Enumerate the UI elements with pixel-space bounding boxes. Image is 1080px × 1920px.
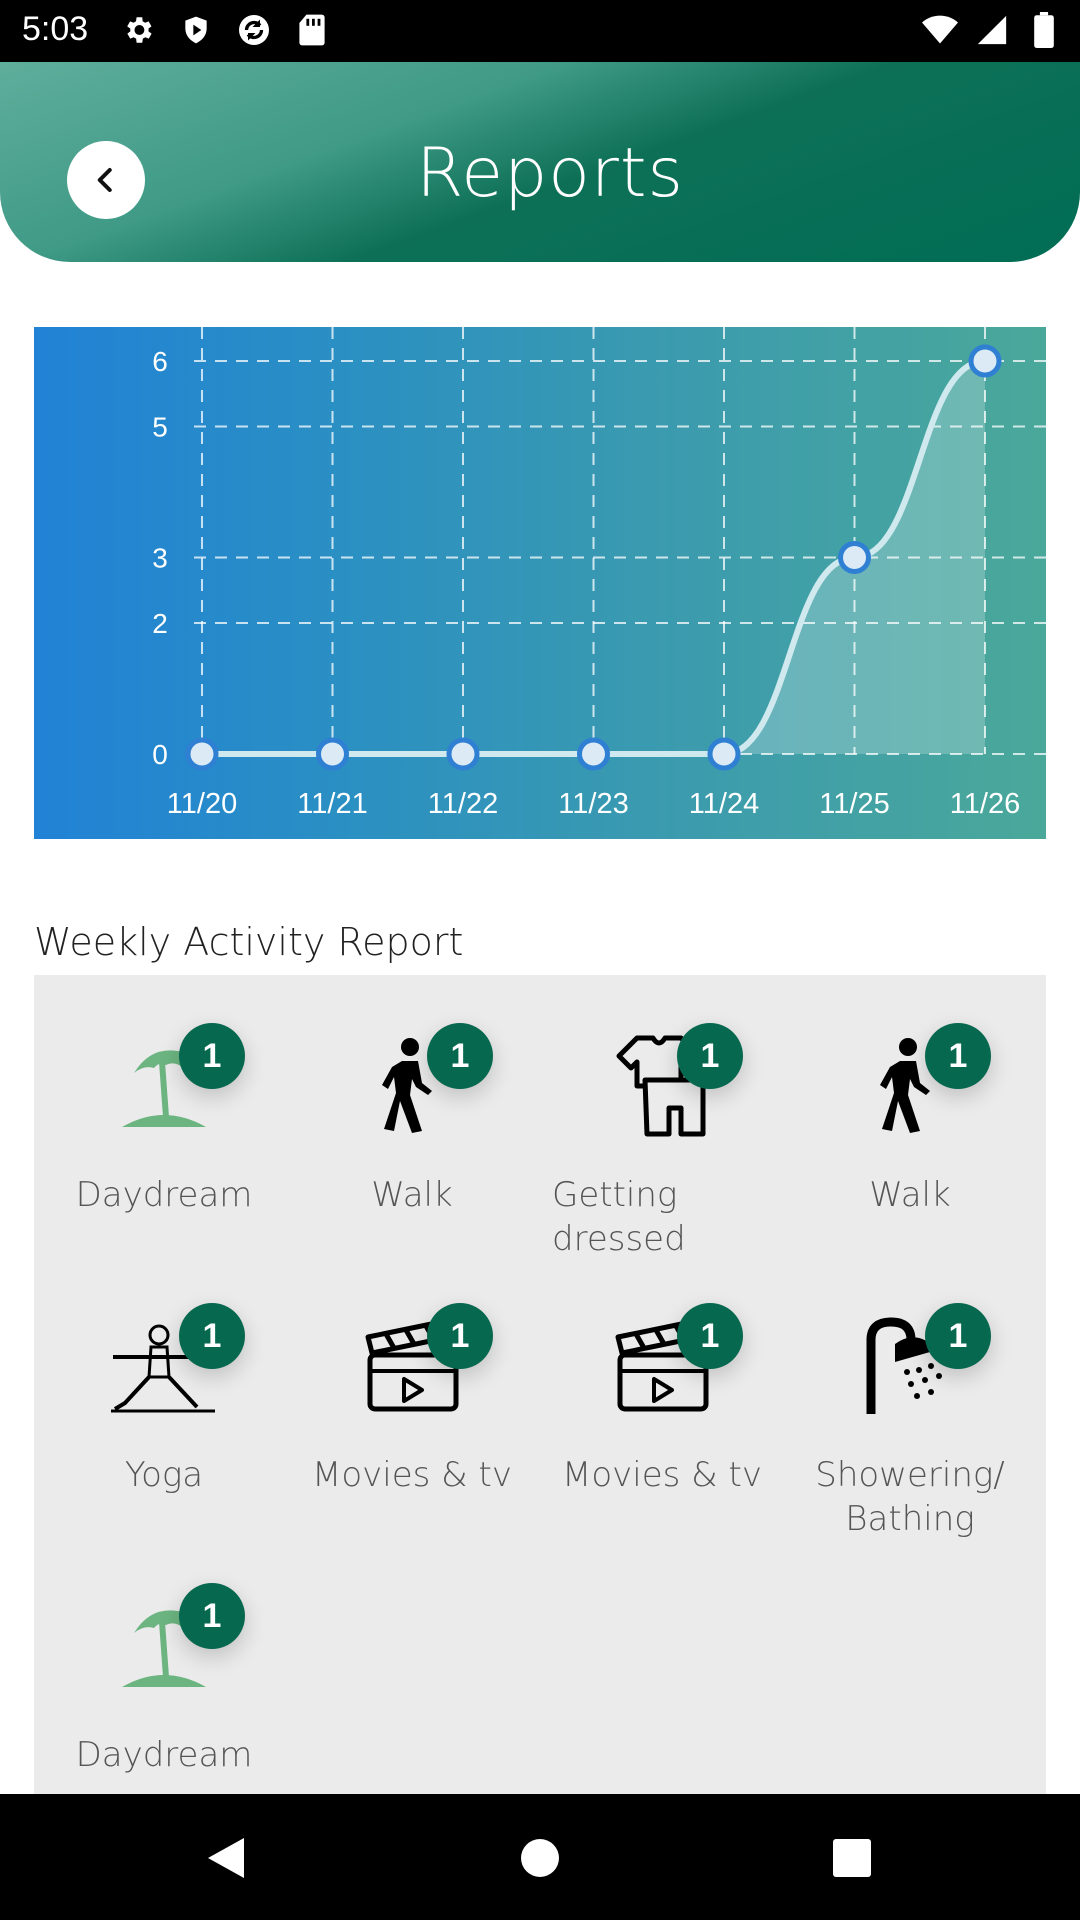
gear-icon [120, 12, 156, 48]
x-tick-label: 11/25 [819, 788, 889, 820]
activity-item[interactable]: 1 Getting dressed [542, 975, 782, 1259]
system-nav-bar [0, 1794, 1080, 1920]
count-badge: 1 [179, 1023, 245, 1089]
data-point [185, 737, 219, 771]
activity-item[interactable]: 1 Daydream [44, 1535, 284, 1795]
y-tick-label: 5 [152, 412, 168, 443]
signal-icon [974, 12, 1010, 48]
status-bar: 5:03 [0, 0, 1080, 62]
data-point [707, 737, 741, 771]
wifi-icon [922, 12, 958, 48]
sd-card-icon [294, 12, 330, 48]
page-title: Reports [416, 134, 684, 213]
battery-icon [1026, 12, 1062, 48]
y-tick-label: 0 [152, 739, 168, 770]
data-point [316, 737, 349, 771]
y-tick-label: 2 [152, 608, 168, 639]
count-badge: 1 [677, 1023, 743, 1089]
activity-label: Movies & tv [312, 1455, 512, 1495]
x-tick-label: 11/20 [167, 788, 237, 820]
activity-item[interactable]: 1 Movies & tv [292, 1255, 532, 1515]
count-badge: 1 [427, 1023, 493, 1089]
chart-svg: 6 5 3 2 0 11/20 11/21 11/22 11/23 11/24 11/25 11/26 [152, 327, 1046, 820]
activity-item[interactable]: 1 Showering/ Bathing [790, 1255, 1030, 1539]
activity-item[interactable]: 1 Yoga [44, 1255, 284, 1515]
activity-label: Daydream [75, 1175, 253, 1215]
activity-label: Showering/ Bathing [815, 1455, 1005, 1539]
activity-label: Yoga [124, 1455, 204, 1495]
data-point [577, 737, 610, 771]
data-point [968, 344, 1002, 378]
count-badge: 1 [179, 1303, 245, 1369]
activity-label: Getting dressed [552, 1175, 686, 1259]
activity-label: Walk [371, 1175, 453, 1215]
y-tick-label: 3 [152, 543, 168, 574]
x-tick-label: 11/26 [950, 788, 1020, 820]
weekly-report-title: Weekly Activity Report [34, 920, 464, 964]
data-point [446, 737, 480, 771]
count-badge: 1 [677, 1303, 743, 1369]
status-time: 5:03 [22, 10, 89, 48]
activity-item[interactable]: 1 Movies & tv [542, 1255, 782, 1515]
y-tick-label: 6 [152, 346, 168, 377]
sync-icon [236, 12, 272, 48]
activity-label: Movies & tv [562, 1455, 762, 1495]
activity-grid: 1 Daydream 1 Walk 1 Getting dressed 1 Wa… [34, 975, 1046, 1795]
x-tick-label: 11/21 [297, 788, 367, 820]
count-badge: 1 [925, 1303, 991, 1369]
back-triangle-icon[interactable] [204, 1836, 248, 1880]
x-tick-label: 11/24 [689, 788, 759, 820]
activity-label: Daydream [75, 1735, 253, 1775]
header-bar: Reports [0, 62, 1080, 262]
shield-play-icon [178, 12, 214, 48]
recents-square-icon[interactable] [830, 1836, 874, 1880]
count-badge: 1 [925, 1023, 991, 1089]
activity-item[interactable]: 1 Walk [790, 975, 1030, 1235]
count-badge: 1 [427, 1303, 493, 1369]
activity-line-chart: 6 5 3 2 0 11/20 11/21 11/22 11/23 11/24 11/25 11/26 [34, 327, 1046, 839]
x-tick-label: 11/22 [428, 788, 498, 820]
x-tick-label: 11/23 [558, 788, 628, 820]
activity-label: Walk [869, 1175, 951, 1215]
activity-item[interactable]: 1 Daydream [44, 975, 284, 1235]
activity-item[interactable]: 1 Walk [292, 975, 532, 1235]
home-circle-icon[interactable] [518, 1836, 562, 1880]
data-point [838, 541, 871, 574]
count-badge: 1 [179, 1583, 245, 1649]
